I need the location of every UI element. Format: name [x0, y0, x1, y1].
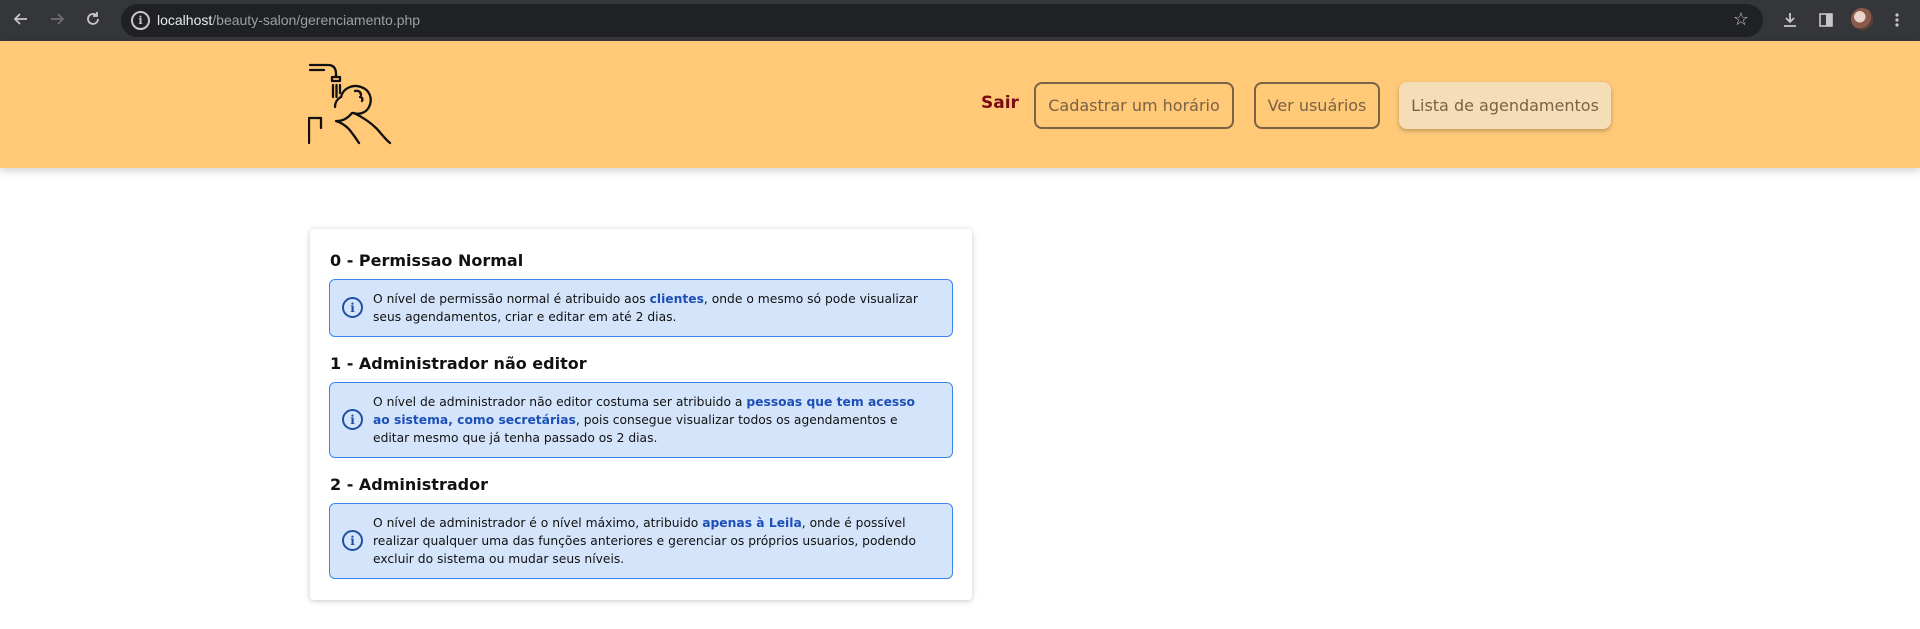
- permission-level-1-alert: i O nível de administrador não editor co…: [329, 382, 953, 458]
- permissions-card: 0 - Permissao Normal i O nível de permis…: [310, 229, 972, 600]
- download-icon[interactable]: [1778, 8, 1802, 32]
- reload-icon[interactable]: [82, 8, 104, 30]
- info-icon[interactable]: i: [131, 11, 150, 30]
- permission-level-2-text: O nível de administrador é o nível máxim…: [373, 516, 916, 566]
- site-header: Sair Cadastrar um horário Ver usuários L…: [0, 41, 1920, 168]
- permission-level-2-alert: i O nível de administrador é o nível máx…: [329, 503, 953, 579]
- permission-level-0-alert: i O nível de permissão normal é atribuid…: [329, 279, 953, 337]
- logout-link[interactable]: Sair: [981, 93, 1019, 113]
- address-bar[interactable]: i localhost/beauty-salon/gerenciamento.p…: [121, 4, 1763, 37]
- profile-avatar[interactable]: [1851, 8, 1873, 30]
- appointments-list-button[interactable]: Lista de agendamentos: [1399, 82, 1611, 129]
- permission-level-1-text: O nível de administrador não editor cost…: [373, 395, 915, 445]
- view-users-button[interactable]: Ver usuários: [1254, 82, 1380, 129]
- menu-kebab-icon[interactable]: [1885, 8, 1909, 32]
- permission-level-2-title: 2 - Administrador: [330, 475, 488, 494]
- url-text[interactable]: localhost/beauty-salon/gerenciamento.php: [157, 12, 420, 28]
- info-circle-icon: i: [342, 530, 363, 551]
- star-icon[interactable]: ☆: [1733, 9, 1749, 30]
- main-nav: Sair Cadastrar um horário Ver usuários L…: [0, 41, 1920, 168]
- permission-level-0-title: 0 - Permissao Normal: [330, 251, 524, 270]
- side-panel-icon[interactable]: [1814, 8, 1838, 32]
- register-time-button[interactable]: Cadastrar um horário: [1034, 82, 1234, 129]
- permission-level-1-title: 1 - Administrador não editor: [330, 354, 587, 373]
- browser-toolbar: i localhost/beauty-salon/gerenciamento.p…: [0, 0, 1920, 41]
- info-circle-icon: i: [342, 409, 363, 430]
- back-icon[interactable]: [10, 8, 32, 30]
- permission-level-0-text: O nível de permissão normal é atribuido …: [373, 292, 918, 324]
- forward-icon[interactable]: [46, 8, 68, 30]
- info-circle-icon: i: [342, 297, 363, 318]
